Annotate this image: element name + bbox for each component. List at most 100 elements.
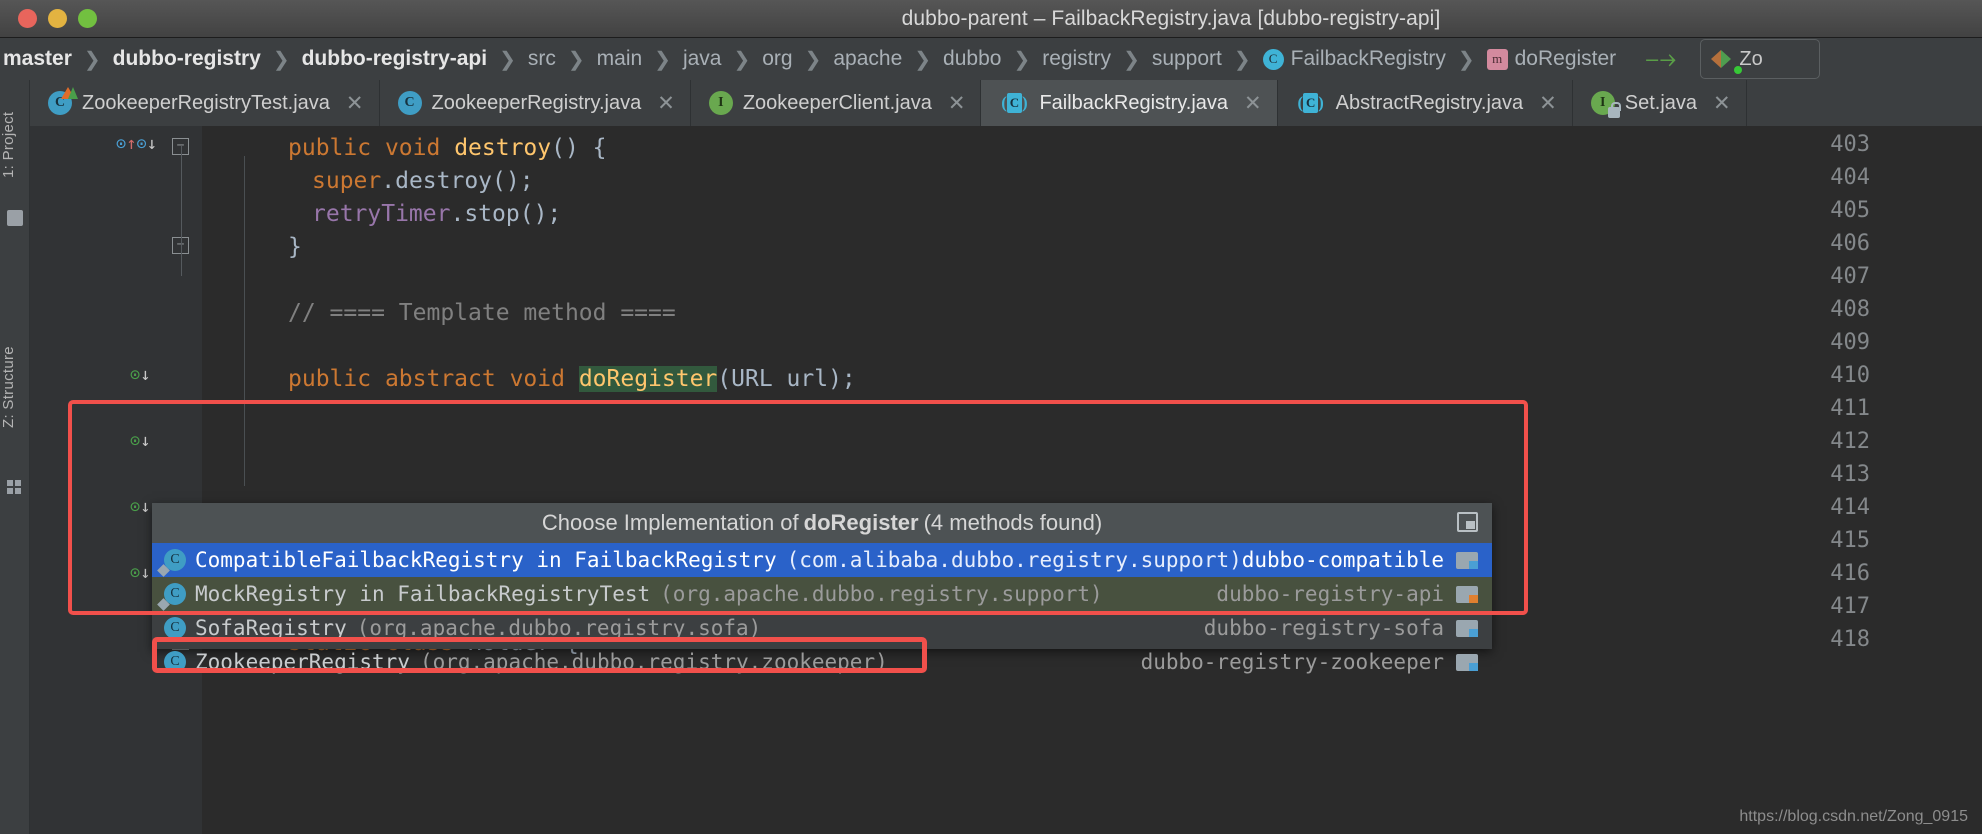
breadcrumb-item-registry[interactable]: registry xyxy=(1039,47,1114,71)
line-number: 408 xyxy=(1830,297,1870,322)
navigation-bar: master ❯ dubbo-registry ❯ dubbo-registry-api… xyxy=(0,38,1982,80)
code-fold-guide xyxy=(181,146,182,276)
editor-tab-zookeeperclient[interactable]: I ZookeeperClient.java ✕ xyxy=(690,80,982,126)
close-tab-icon[interactable]: ✕ xyxy=(346,93,364,114)
code-token: destroy xyxy=(454,135,552,161)
editor-tab-label: ZookeeperRegistryTest.java xyxy=(82,91,330,114)
breadcrumb-item-dubbo-registry[interactable]: dubbo-registry xyxy=(110,47,264,71)
code-token: .stop(); xyxy=(450,201,562,227)
close-tab-icon[interactable]: ✕ xyxy=(1539,93,1557,114)
breadcrumb-item-main[interactable]: main xyxy=(594,47,646,71)
breadcrumb-item-label: main xyxy=(596,47,643,70)
popup-results-list[interactable]: C CompatibleFailbackRegistry in FailbackR… xyxy=(152,543,1492,679)
editor-tab-zookeeperregistrytest[interactable]: C ZookeeperRegistryTest.java ✕ xyxy=(30,80,380,126)
close-tab-icon[interactable]: ✕ xyxy=(948,93,966,114)
breadcrumb-item-apache[interactable]: apache xyxy=(830,47,905,71)
window-titlebar: dubbo-parent – FailbackRegistry.java [du… xyxy=(0,0,1982,38)
line-number: 412 xyxy=(1830,429,1870,454)
breadcrumb-item-src[interactable]: src xyxy=(525,47,559,71)
window-title: dubbo-parent – FailbackRegistry.java [du… xyxy=(901,6,1441,30)
class-icon: C xyxy=(157,549,186,577)
implemented-method-marker-icon[interactable]: ⊙↓ xyxy=(130,431,151,451)
popup-result-package: (org.apache.dubbo.registry.sofa) xyxy=(356,616,762,640)
breadcrumb-item-label: apache xyxy=(833,47,903,70)
window-controls xyxy=(18,9,97,28)
breadcrumb-item-dubbo[interactable]: dubbo xyxy=(940,47,1004,71)
maximize-window-button[interactable] xyxy=(78,9,97,28)
java-abstract-class-icon: (C) xyxy=(1001,93,1028,113)
code-line[interactable]: // ==== Template method ==== xyxy=(288,297,676,330)
close-tab-icon[interactable]: ✕ xyxy=(657,93,675,114)
editor-gutter[interactable] xyxy=(30,126,202,834)
popup-result-module: dubbo-registry-api xyxy=(1216,582,1444,606)
editor-tab-zookeeperregistry[interactable]: C ZookeeperRegistry.java ✕ xyxy=(379,80,691,126)
code-token: (URL url); xyxy=(717,366,856,392)
breadcrumb-item-doregister[interactable]: m doRegister xyxy=(1484,47,1620,71)
implemented-method-marker-icon[interactable]: ⊙↓ xyxy=(130,365,151,385)
class-icon: C xyxy=(1262,48,1284,70)
project-folder-icon[interactable] xyxy=(7,210,23,226)
popup-result-row[interactable]: C ZookeeperRegistry (org.apache.dubbo.regi… xyxy=(152,645,1492,679)
breadcrumb-item-java[interactable]: java xyxy=(680,47,725,71)
editor-tab-label: AbstractRegistry.java xyxy=(1335,91,1524,114)
popup-result-package: (org.apache.dubbo.registry.support) xyxy=(660,582,1103,606)
breadcrumb-item-label: dubbo xyxy=(943,47,1002,70)
java-test-class-icon: C xyxy=(48,87,78,115)
implemented-method-marker-icon[interactable]: ⊙↓ xyxy=(130,563,151,583)
implemented-method-marker-icon[interactable]: ⊙↓ xyxy=(130,497,151,517)
editor-tab-abstractregistry[interactable]: (C) AbstractRegistry.java ✕ xyxy=(1277,80,1573,126)
breadcrumb-item-label: java xyxy=(682,47,722,70)
choose-implementation-popup[interactable]: Choose Implementation of doRegister (4 m… xyxy=(152,503,1492,674)
class-icon: C xyxy=(164,651,186,673)
code-line[interactable]: retryTimer.stop(); xyxy=(312,198,561,231)
run-config-label: Zo xyxy=(1739,47,1763,70)
ide-window: dubbo-parent – FailbackRegistry.java [du… xyxy=(0,0,1982,834)
tool-window-project[interactable]: 1: Project xyxy=(0,90,30,200)
close-tab-icon[interactable]: ✕ xyxy=(1713,93,1731,114)
popup-header-method: doRegister xyxy=(803,510,919,535)
breadcrumb-item-failbackregistry[interactable]: C FailbackRegistry xyxy=(1260,47,1449,71)
line-number: 418 xyxy=(1830,627,1870,652)
run-configuration-selector[interactable]: Zo xyxy=(1700,39,1821,79)
breadcrumb-item-label: src xyxy=(527,47,556,70)
pin-window-icon[interactable] xyxy=(1457,512,1478,532)
class-icon: C xyxy=(157,583,186,611)
tool-window-structure[interactable]: Z: Structure xyxy=(0,320,30,455)
code-editor[interactable]: 403⊙↑⊙↓−public void destroy() {404super.… xyxy=(30,126,1982,834)
breadcrumb-item-support[interactable]: support xyxy=(1149,47,1225,71)
close-window-button[interactable] xyxy=(18,9,37,28)
editor-scrollbar[interactable] xyxy=(1972,252,1982,834)
left-tool-strip: 1: Project Z: Structure xyxy=(0,80,30,834)
editor-tab-label: Set.java xyxy=(1624,91,1698,114)
breadcrumb-separator-icon: ❯ xyxy=(804,48,822,71)
override-method-marker-icon[interactable]: ⊙↑⊙↓ xyxy=(116,134,157,154)
code-token: // ==== Template method ==== xyxy=(288,300,676,326)
popup-result-row[interactable]: C SofaRegistry (org.apache.dubbo.registry.… xyxy=(152,611,1492,645)
popup-result-name: CompatibleFailbackRegistry in FailbackRe… xyxy=(195,548,777,572)
watermark-text: https://blog.csdn.net/Zong_0915 xyxy=(1739,808,1968,825)
line-number: 403 xyxy=(1830,132,1870,157)
close-tab-icon[interactable]: ✕ xyxy=(1244,93,1262,114)
breadcrumb-item-label: dubbo-registry-api xyxy=(301,47,488,70)
code-line[interactable]: public void destroy() { xyxy=(288,132,607,165)
popup-result-row[interactable]: C CompatibleFailbackRegistry in FailbackR… xyxy=(152,543,1492,577)
editor-tab-label: ZookeeperRegistry.java xyxy=(431,91,642,114)
breadcrumb-item-dubbo-registry-api[interactable]: dubbo-registry-api xyxy=(299,47,491,71)
editor-tab-set[interactable]: I Set.java ✕ xyxy=(1572,80,1747,126)
breadcrumb-item-org[interactable]: org xyxy=(759,47,795,71)
java-class-icon: C xyxy=(397,91,422,115)
build-hammer-icon[interactable]: ⤍ xyxy=(1645,44,1676,74)
code-line[interactable]: } xyxy=(288,231,302,264)
code-token: public xyxy=(288,366,385,392)
popup-result-package: (com.alibaba.dubbo.registry.support) xyxy=(786,548,1242,572)
editor-tab-label: ZookeeperClient.java xyxy=(742,91,932,114)
favorites-grid-icon[interactable] xyxy=(7,480,23,496)
code-line[interactable]: super.destroy(); xyxy=(312,165,534,198)
popup-result-row[interactable]: C MockRegistry in FailbackRegistryTest (or… xyxy=(152,577,1492,611)
minimize-window-button[interactable] xyxy=(48,9,67,28)
breadcrumb-item-master[interactable]: master xyxy=(0,47,75,71)
editor-tab-failbackregistry[interactable]: (C) FailbackRegistry.java ✕ xyxy=(981,80,1278,126)
popup-result-name: MockRegistry in FailbackRegistryTest xyxy=(195,582,651,606)
code-line[interactable]: public abstract void doRegister(URL url)… xyxy=(288,363,856,396)
line-number: 407 xyxy=(1830,264,1870,289)
